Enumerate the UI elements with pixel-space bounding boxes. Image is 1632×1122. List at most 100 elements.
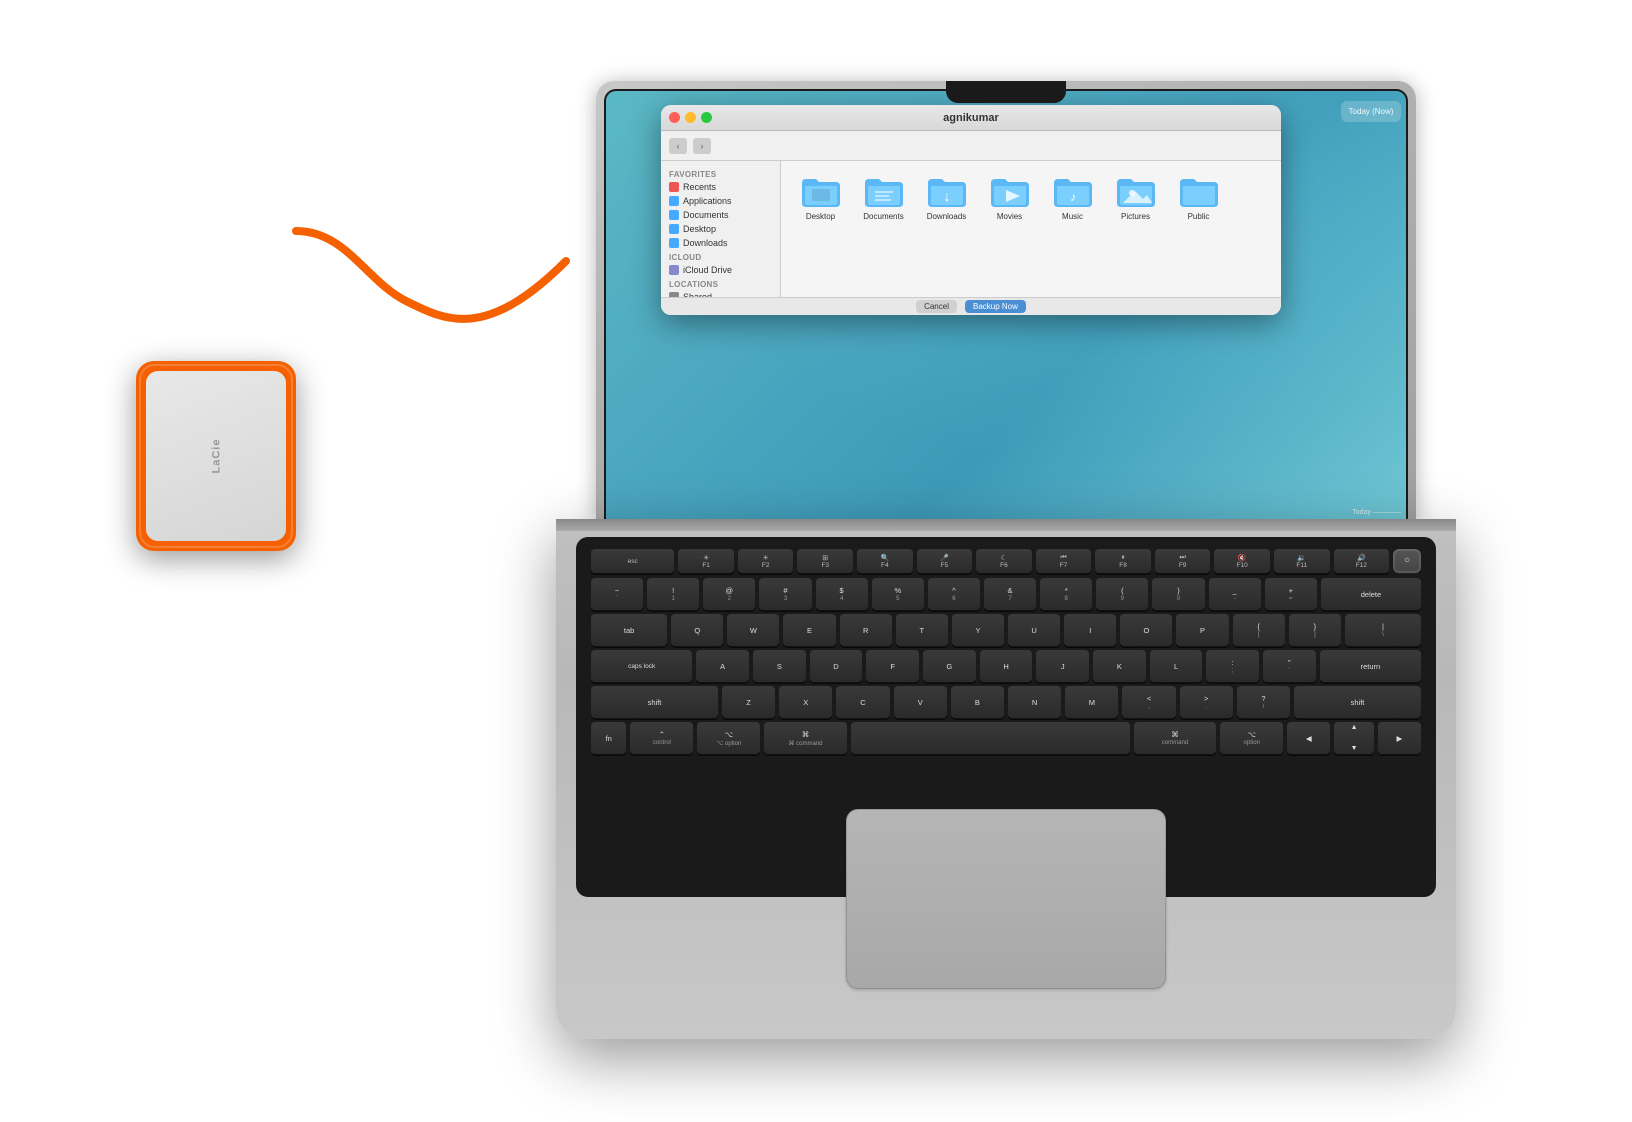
key-command-left[interactable]: ⌘⌘ command <box>764 722 847 754</box>
key-f4[interactable]: 🔍F4 <box>857 549 913 573</box>
minimize-button[interactable] <box>685 112 696 123</box>
key-a[interactable]: A <box>696 650 749 682</box>
key-c[interactable]: C <box>836 686 889 718</box>
key-shift-right[interactable]: shift <box>1294 686 1421 718</box>
key-f10[interactable]: 🔇F10 <box>1214 549 1270 573</box>
key-slash[interactable]: ?/ <box>1237 686 1290 718</box>
key-minus[interactable]: _- <box>1209 578 1261 610</box>
trackpad[interactable] <box>846 809 1166 989</box>
key-f8[interactable]: ⏸F8 <box>1095 549 1151 573</box>
key-5[interactable]: %5 <box>872 578 924 610</box>
key-g[interactable]: G <box>923 650 976 682</box>
key-delete[interactable]: delete <box>1321 578 1421 610</box>
key-equals[interactable]: += <box>1265 578 1317 610</box>
file-item-downloads[interactable]: ↓ Downloads <box>919 173 974 221</box>
sidebar-item-downloads[interactable]: Downloads <box>661 236 780 250</box>
key-rbracket[interactable]: }] <box>1289 614 1341 646</box>
key-f1[interactable]: ☀F1 <box>678 549 734 573</box>
key-h[interactable]: H <box>980 650 1033 682</box>
key-f5[interactable]: 🎤F5 <box>917 549 973 573</box>
key-semicolon[interactable]: :; <box>1206 650 1259 682</box>
key-period[interactable]: >. <box>1180 686 1233 718</box>
cancel-button[interactable]: Cancel <box>916 300 957 313</box>
key-option-right[interactable]: ⌥option <box>1220 722 1283 754</box>
key-u[interactable]: U <box>1008 614 1060 646</box>
file-item-pictures[interactable]: Pictures <box>1108 173 1163 221</box>
key-f[interactable]: F <box>866 650 919 682</box>
key-k[interactable]: K <box>1093 650 1146 682</box>
finder-window[interactable]: agnikumar ‹ › Favorites Recents <box>661 105 1281 315</box>
key-z[interactable]: Z <box>722 686 775 718</box>
key-f11[interactable]: 🔉F11 <box>1274 549 1330 573</box>
file-item-documents[interactable]: Documents <box>856 173 911 221</box>
key-capslock[interactable]: caps lock <box>591 650 692 682</box>
key-j[interactable]: J <box>1036 650 1089 682</box>
key-i[interactable]: I <box>1064 614 1116 646</box>
key-o[interactable]: O <box>1120 614 1172 646</box>
key-s[interactable]: S <box>753 650 806 682</box>
key-f9[interactable]: ⏭F9 <box>1155 549 1211 573</box>
key-f12[interactable]: 🔊F12 <box>1334 549 1390 573</box>
key-t[interactable]: T <box>896 614 948 646</box>
key-m[interactable]: M <box>1065 686 1118 718</box>
key-8[interactable]: *8 <box>1040 578 1092 610</box>
key-space[interactable] <box>851 722 1130 754</box>
sidebar-item-recents[interactable]: Recents <box>661 180 780 194</box>
key-arrow-right[interactable]: ▶ <box>1378 722 1421 754</box>
maximize-button[interactable] <box>701 112 712 123</box>
key-0[interactable]: )0 <box>1152 578 1204 610</box>
key-quote[interactable]: "' <box>1263 650 1316 682</box>
key-shift-left[interactable]: shift <box>591 686 718 718</box>
nav-forward-button[interactable]: › <box>693 138 711 154</box>
key-tab[interactable]: tab <box>591 614 667 646</box>
key-w[interactable]: W <box>727 614 779 646</box>
key-comma[interactable]: <, <box>1122 686 1175 718</box>
key-return[interactable]: return <box>1320 650 1421 682</box>
key-x[interactable]: X <box>779 686 832 718</box>
key-lbracket[interactable]: {[ <box>1233 614 1285 646</box>
nav-back-button[interactable]: ‹ <box>669 138 687 154</box>
key-7[interactable]: &7 <box>984 578 1036 610</box>
key-3[interactable]: #3 <box>759 578 811 610</box>
key-command-right[interactable]: ⌘command <box>1134 722 1217 754</box>
key-esc[interactable]: esc <box>591 549 674 573</box>
key-control[interactable]: ⌃control <box>630 722 693 754</box>
key-r[interactable]: R <box>840 614 892 646</box>
key-d[interactable]: D <box>810 650 863 682</box>
key-4[interactable]: $4 <box>816 578 868 610</box>
key-q[interactable]: Q <box>671 614 723 646</box>
file-item-music[interactable]: ♪ Music <box>1045 173 1100 221</box>
key-v[interactable]: V <box>894 686 947 718</box>
key-9[interactable]: (9 <box>1096 578 1148 610</box>
key-option-left[interactable]: ⌥⌥ option <box>697 722 760 754</box>
key-arrow-left[interactable]: ◀ <box>1287 722 1330 754</box>
key-6[interactable]: ^6 <box>928 578 980 610</box>
sidebar-item-applications[interactable]: Applications <box>661 194 780 208</box>
key-p[interactable]: P <box>1176 614 1228 646</box>
key-f6[interactable]: ☾F6 <box>976 549 1032 573</box>
key-n[interactable]: N <box>1008 686 1061 718</box>
key-2[interactable]: @2 <box>703 578 755 610</box>
key-f7[interactable]: ⏮F7 <box>1036 549 1092 573</box>
finder-titlebar: agnikumar <box>661 105 1281 131</box>
key-fn[interactable]: fn <box>591 722 626 754</box>
sidebar-item-documents[interactable]: Documents <box>661 208 780 222</box>
key-f3[interactable]: ⊞F3 <box>797 549 853 573</box>
file-item-movies[interactable]: Movies <box>982 173 1037 221</box>
sidebar-item-desktop[interactable]: Desktop <box>661 222 780 236</box>
key-backtick[interactable]: ~` <box>591 578 643 610</box>
key-1[interactable]: !1 <box>647 578 699 610</box>
key-arrow-updown[interactable]: ▲▼ <box>1334 722 1373 754</box>
key-l[interactable]: L <box>1150 650 1203 682</box>
key-y[interactable]: Y <box>952 614 1004 646</box>
sidebar-item-icloud[interactable]: iCloud Drive <box>661 263 780 277</box>
key-power[interactable]: ⏻ <box>1393 549 1421 573</box>
key-e[interactable]: E <box>783 614 835 646</box>
backup-now-button[interactable]: Backup Now <box>965 300 1026 313</box>
file-item-public[interactable]: Public <box>1171 173 1226 221</box>
key-f2[interactable]: ☀F2 <box>738 549 794 573</box>
key-backslash[interactable]: |\ <box>1345 614 1421 646</box>
close-button[interactable] <box>669 112 680 123</box>
file-item-desktop[interactable]: Desktop <box>793 173 848 221</box>
key-b[interactable]: B <box>951 686 1004 718</box>
